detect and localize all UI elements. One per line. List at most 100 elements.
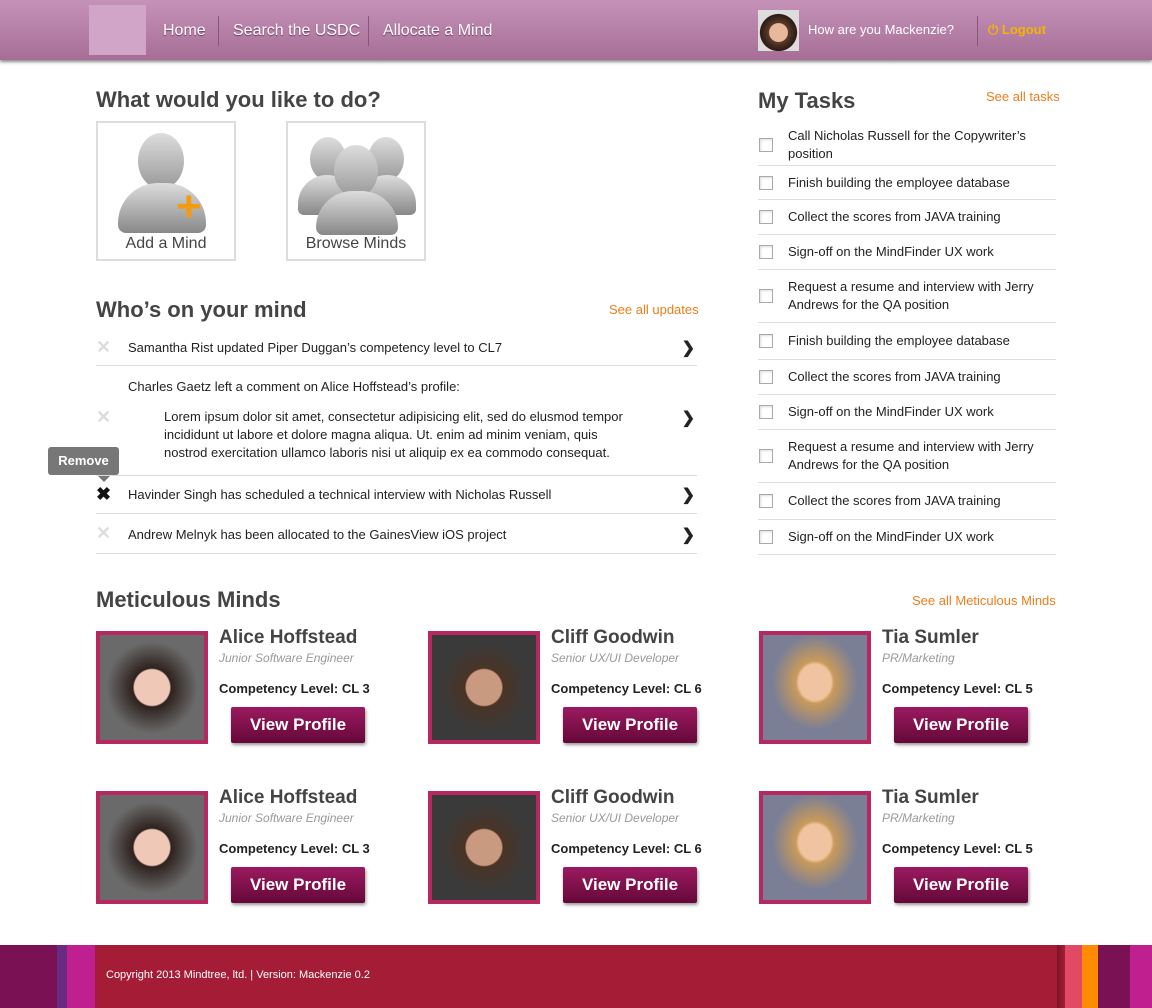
task-label: Sign-off on the MindFinder UX work	[788, 404, 994, 419]
logo[interactable]	[89, 5, 146, 55]
task-item[interactable]: Collect the scores from JAVA training	[758, 200, 1056, 235]
profile-photo[interactable]	[428, 631, 540, 744]
mind-name: Cliff Goodwin	[551, 787, 675, 808]
copyright: Copyright 2013 Mindtree, ltd. | Version:…	[106, 969, 370, 981]
mind-role: Junior Software Engineer	[219, 651, 354, 665]
divider	[218, 16, 219, 46]
chevron-right-icon[interactable]: ❯	[682, 408, 695, 428]
task-label: Finish building the employee database	[788, 174, 1010, 190]
greeting: How are you Mackenzie?	[808, 22, 954, 37]
profile-photo[interactable]	[96, 791, 208, 904]
see-all-minds-link[interactable]: See all Meticulous Minds	[912, 593, 1056, 608]
task-label: Sign-off on the MindFinder UX work	[788, 244, 994, 259]
mind-card: Cliff Goodwin Senior UX/UI Developer Compe…	[428, 787, 728, 906]
task-checkbox[interactable]	[759, 370, 773, 384]
update-text: Samantha Rist updated Piper Duggan’s com…	[128, 340, 503, 355]
user-avatar[interactable]	[758, 10, 799, 51]
see-all-updates-link[interactable]: See all updates	[609, 302, 699, 317]
mind-name: Cliff Goodwin	[551, 627, 675, 648]
task-checkbox[interactable]	[759, 530, 773, 544]
task-item[interactable]: Finish building the employee database	[758, 166, 1056, 200]
task-item[interactable]: Call Nicholas Russell for the Copywriter…	[758, 125, 1056, 166]
mind-name: Tia Sumler	[882, 787, 979, 808]
task-label: Finish building the employee database	[788, 333, 1010, 348]
view-profile-button[interactable]: View Profile	[563, 707, 697, 743]
nav-home[interactable]: Home	[163, 22, 206, 40]
competency-level: Competency Level: CL 3	[219, 681, 370, 696]
profile-photo[interactable]	[759, 791, 871, 904]
task-item[interactable]: Request a resume and interview with Jerr…	[758, 430, 1056, 483]
task-item[interactable]: Collect the scores from JAVA training	[758, 360, 1056, 395]
task-checkbox[interactable]	[759, 494, 773, 508]
competency-level: Competency Level: CL 6	[551, 841, 702, 856]
profile-photo[interactable]	[96, 631, 208, 744]
add-mind-label: Add a Mind	[125, 235, 207, 252]
task-label: Sign-off on the MindFinder UX work	[788, 529, 994, 544]
view-profile-button[interactable]: View Profile	[894, 867, 1028, 903]
update-text: Havinder Singh has scheduled a technical…	[128, 487, 552, 502]
browse-minds-label: Browse Minds	[305, 235, 407, 252]
remove-icon[interactable]: ✕	[96, 523, 111, 544]
task-item[interactable]: Sign-off on the MindFinder UX work	[758, 395, 1056, 430]
update-item[interactable]: ✕ Andrew Melnyk has been allocated to the…	[96, 514, 697, 554]
remove-icon[interactable]: ✖	[96, 484, 111, 505]
update-text: Andrew Melnyk has been allocated to the …	[128, 527, 507, 542]
updates-title: Who’s on your mind	[96, 297, 307, 322]
task-item[interactable]: Sign-off on the MindFinder UX work	[758, 520, 1056, 555]
profile-photo[interactable]	[428, 791, 540, 904]
nav-allocate-mind[interactable]: Allocate a Mind	[383, 22, 492, 40]
task-label: Collect the scores from JAVA training	[788, 209, 1001, 224]
task-checkbox[interactable]	[759, 138, 773, 152]
browse-minds-button[interactable]: Browse Minds	[286, 121, 426, 261]
remove-icon[interactable]: ✕	[96, 407, 111, 428]
update-text: Charles Gaetz left a comment on Alice Ho…	[128, 379, 460, 394]
divider	[368, 16, 369, 46]
task-checkbox[interactable]	[759, 245, 773, 259]
remove-icon[interactable]: ✕	[96, 337, 111, 358]
task-checkbox[interactable]	[759, 175, 773, 190]
view-profile-button[interactable]: View Profile	[894, 707, 1028, 743]
view-profile-button[interactable]: View Profile	[563, 867, 697, 903]
add-mind-button[interactable]: + Add a Mind	[96, 121, 236, 261]
task-item[interactable]: Request a resume and interview with Jerr…	[758, 270, 1056, 323]
logout-label: Logout	[1001, 22, 1046, 37]
minds-title: Meticulous Minds	[96, 587, 281, 612]
task-label: Collect the scores from JAVA training	[788, 493, 1001, 508]
power-icon: ⏻	[988, 22, 1002, 37]
update-item[interactable]: ✕ Samantha Rist updated Piper Duggan’s co…	[96, 330, 697, 366]
task-checkbox[interactable]	[759, 289, 773, 303]
comment-text: Lorem ipsum dolor sit amet, consectetur …	[164, 409, 623, 460]
view-profile-button[interactable]: View Profile	[231, 707, 365, 743]
mind-card: Alice Hoffstead Junior Software Engineer C…	[96, 627, 396, 746]
chevron-right-icon[interactable]: ❯	[682, 525, 695, 545]
task-checkbox[interactable]	[759, 405, 773, 419]
mind-name: Tia Sumler	[882, 627, 979, 648]
logout-button[interactable]: ⏻ Logout	[988, 22, 1046, 38]
task-label: Call Nicholas Russell for the Copywriter…	[788, 128, 1026, 161]
mind-role: PR/Marketing	[882, 651, 955, 665]
update-item[interactable]: ✕ Charles Gaetz left a comment on Alice H…	[96, 366, 697, 476]
task-checkbox[interactable]	[759, 334, 773, 348]
competency-level: Competency Level: CL 5	[882, 841, 1033, 856]
nav-search-usdc[interactable]: Search the USDC	[233, 22, 360, 40]
actions-title: What would you like to do?	[96, 87, 381, 112]
task-checkbox[interactable]	[759, 449, 773, 463]
competency-level: Competency Level: CL 6	[551, 681, 702, 696]
profile-photo[interactable]	[759, 631, 871, 744]
task-label: Request a resume and interview with Jerr…	[788, 279, 1034, 312]
mind-role: Senior UX/UI Developer	[551, 811, 680, 825]
competency-level: Competency Level: CL 3	[219, 841, 370, 856]
see-all-tasks-link[interactable]: See all tasks	[986, 89, 1060, 104]
task-item[interactable]: Finish building the employee database	[758, 323, 1056, 360]
task-item[interactable]: Sign-off on the MindFinder UX work	[758, 235, 1056, 270]
task-item[interactable]: Collect the scores from JAVA training	[758, 483, 1056, 520]
chevron-right-icon[interactable]: ❯	[682, 338, 695, 358]
view-profile-button[interactable]: View Profile	[231, 867, 365, 903]
task-label: Collect the scores from JAVA training	[788, 369, 1001, 384]
mind-role: Junior Software Engineer	[219, 811, 354, 825]
task-label: Request a resume and interview with Jerr…	[788, 439, 1034, 472]
mind-name: Alice Hoffstead	[219, 787, 358, 808]
chevron-right-icon[interactable]: ❯	[682, 485, 695, 505]
task-checkbox[interactable]	[759, 210, 773, 224]
update-item[interactable]: ✖ Havinder Singh has scheduled a technica…	[96, 476, 697, 514]
